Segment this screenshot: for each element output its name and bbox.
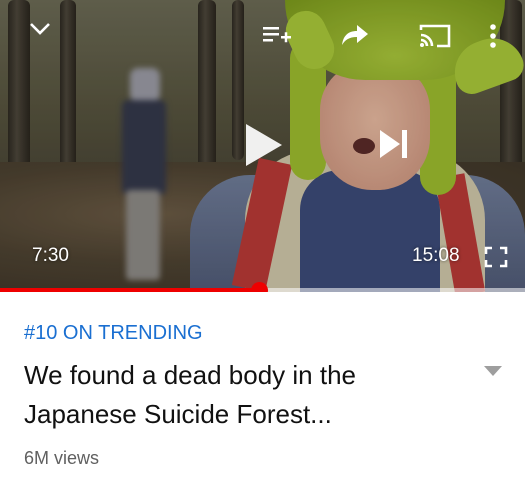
current-time: 7:30 [32,245,69,266]
video-title: We found a dead body in the Japanese Sui… [24,360,356,429]
duration: 15:08 [412,245,460,266]
view-count: 6M views [24,448,100,468]
more-vert-icon[interactable] [488,22,498,50]
share-icon[interactable] [340,22,370,48]
video-info: #10 ON TRENDING We found a dead body in … [0,292,525,483]
expand-description-icon[interactable] [483,364,503,382]
cast-icon[interactable] [418,22,452,50]
skip-next-icon[interactable] [378,128,410,160]
chevron-down-icon[interactable] [28,20,52,38]
trending-badge[interactable]: #10 ON TRENDING [24,322,203,345]
add-to-queue-icon[interactable] [262,24,292,48]
video-player[interactable]: 7:30 15:08 [0,0,525,292]
fullscreen-icon[interactable] [484,246,508,268]
play-icon[interactable] [244,122,284,168]
